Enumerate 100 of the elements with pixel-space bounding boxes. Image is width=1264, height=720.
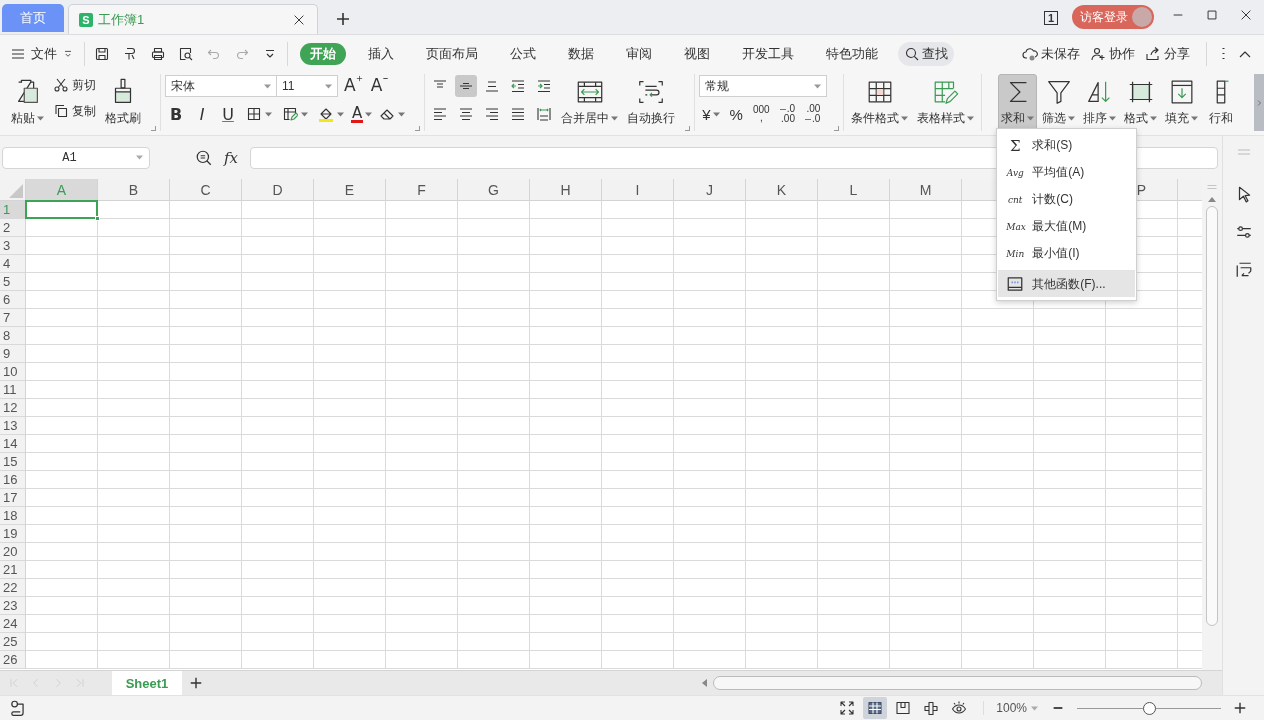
caret-icon bbox=[1150, 116, 1158, 121]
ribbon-tab[interactable]: 开发工具 bbox=[730, 42, 806, 65]
spreadsheet-logo: S bbox=[79, 12, 93, 27]
swap-icon bbox=[1234, 261, 1253, 279]
vertical-scrollbar[interactable] bbox=[1206, 206, 1218, 626]
sort-button[interactable]: 排序 bbox=[1080, 74, 1120, 130]
fill-button[interactable]: 填充 bbox=[1162, 74, 1202, 130]
format-button[interactable]: 格式 bbox=[1121, 74, 1161, 130]
sum-button[interactable]: 求和 bbox=[998, 74, 1038, 130]
zoom-icon bbox=[195, 148, 213, 167]
file-menu[interactable]: 文件 bbox=[6, 41, 78, 66]
scroll-up-icon[interactable] bbox=[1208, 197, 1216, 202]
menu-item[interactable]: 其他函数(F)... bbox=[998, 270, 1136, 297]
paste-button[interactable]: 粘贴 bbox=[8, 74, 47, 130]
search-icon bbox=[904, 45, 920, 62]
caret-icon bbox=[1068, 116, 1076, 121]
ribbon-tab[interactable]: 插入 bbox=[356, 42, 406, 65]
align-icon bbox=[536, 106, 553, 122]
ribbon-tab[interactable]: 视图 bbox=[672, 42, 722, 65]
align-button[interactable] bbox=[455, 75, 478, 97]
plus-icon bbox=[335, 11, 351, 27]
caret-icon bbox=[136, 155, 143, 160]
thousands-button[interactable]: 000 , bbox=[749, 103, 773, 125]
ribbon-tab[interactable]: 页面布局 bbox=[414, 42, 490, 65]
font-name-select[interactable]: 宋体 bbox=[165, 75, 277, 97]
printer-icon bbox=[150, 45, 166, 62]
name-box[interactable]: A1 bbox=[2, 146, 150, 169]
plus-icon bbox=[1233, 701, 1247, 715]
collaborate-button[interactable]: 协作 bbox=[1090, 44, 1135, 63]
wrap-text-button[interactable]: 自动换行 bbox=[624, 74, 679, 130]
preview-icon bbox=[178, 45, 194, 62]
table-style-button[interactable]: 表格样式 bbox=[914, 74, 978, 130]
borders-icon bbox=[246, 106, 262, 122]
plus-icon bbox=[355, 75, 363, 82]
ribbon-tab[interactable]: 审阅 bbox=[614, 42, 664, 65]
save-icon bbox=[94, 45, 110, 62]
sheet-tab[interactable]: Sheet1 bbox=[112, 671, 182, 695]
currency-button[interactable]: ¥ bbox=[699, 103, 723, 125]
scissors-icon bbox=[53, 77, 69, 93]
caret-icon bbox=[264, 83, 271, 89]
caret-icon bbox=[365, 111, 373, 117]
align-icon bbox=[484, 78, 501, 94]
conditional-format-button[interactable]: 条件格式 bbox=[848, 74, 912, 130]
grid-icon bbox=[867, 700, 884, 716]
copy-icon bbox=[53, 103, 69, 119]
zoom-slider-thumb[interactable] bbox=[1143, 701, 1156, 715]
filter-button[interactable]: 筛选 bbox=[1039, 74, 1079, 130]
avatar-icon bbox=[1132, 7, 1152, 27]
scroll-left-icon[interactable] bbox=[702, 679, 707, 687]
percent-button[interactable]: % bbox=[726, 103, 746, 125]
normal-view-button[interactable] bbox=[863, 697, 888, 719]
guest-login-button[interactable]: 访客登录 bbox=[1072, 5, 1154, 29]
caret-icon bbox=[337, 111, 344, 117]
copy-button[interactable]: 复制 bbox=[50, 100, 99, 122]
font-size-select[interactable]: 11 bbox=[276, 75, 338, 97]
underline-button[interactable]: U bbox=[217, 103, 239, 125]
unsaved-button[interactable]: 未保存 bbox=[1022, 44, 1080, 63]
number-format-select[interactable]: 常规 bbox=[699, 75, 828, 97]
macro-icon bbox=[9, 699, 27, 717]
decrease-decimal-button[interactable]: .00 .0 bbox=[802, 103, 824, 125]
active-cell[interactable] bbox=[25, 200, 98, 219]
page-icon bbox=[895, 700, 912, 716]
shrink-font-button[interactable]: A bbox=[368, 75, 392, 97]
font-color-button[interactable]: A bbox=[351, 103, 373, 125]
format-painter-button[interactable]: 格式刷 bbox=[102, 74, 144, 130]
share-icon bbox=[1145, 45, 1161, 62]
corner-triangle-icon bbox=[9, 184, 23, 198]
merge-center-button[interactable]: 合并居中 bbox=[558, 74, 622, 130]
caret-icon bbox=[712, 111, 720, 117]
zoom-level-button[interactable]: 100% bbox=[983, 701, 1038, 715]
caret-icon bbox=[325, 83, 332, 89]
bold-button[interactable]: B bbox=[165, 103, 187, 125]
caret-icon bbox=[398, 111, 406, 117]
close-icon bbox=[1239, 8, 1253, 22]
minus-icon bbox=[382, 75, 390, 82]
ribbon-tab[interactable]: 特色功能 bbox=[814, 42, 890, 65]
rows-columns-button[interactable]: 行和 bbox=[1203, 74, 1240, 130]
horizontal-scrollbar[interactable] bbox=[713, 676, 1202, 690]
function-glyph: Σ bbox=[1008, 136, 1022, 155]
ribbon-tab[interactable]: 数据 bbox=[556, 42, 606, 65]
increase-decimal-button[interactable]: .0 .00 bbox=[776, 103, 798, 125]
add-user-icon bbox=[1090, 45, 1106, 62]
function-glyph: Avg bbox=[1006, 167, 1025, 178]
align-icon bbox=[510, 78, 527, 94]
grow-font-button[interactable]: A bbox=[342, 75, 365, 97]
ribbon-tab[interactable]: 公式 bbox=[498, 42, 548, 65]
italic-button[interactable]: I bbox=[191, 103, 213, 125]
plus-icon bbox=[189, 676, 203, 690]
cloud-icon bbox=[1022, 45, 1038, 62]
caret-icon bbox=[611, 116, 619, 121]
window-count-indicator[interactable]: 1 bbox=[1043, 11, 1058, 25]
align-icon bbox=[458, 106, 475, 122]
align-icon bbox=[536, 78, 553, 94]
sliders-icon bbox=[1234, 223, 1253, 241]
caret-icon bbox=[301, 111, 308, 117]
cut-button[interactable]: 剪切 bbox=[50, 74, 99, 96]
share-button[interactable]: 分享 bbox=[1145, 44, 1190, 63]
insert-function-label[interactable]: fx bbox=[224, 148, 238, 167]
search-button[interactable]: 查找 bbox=[898, 41, 954, 66]
caret-icon bbox=[814, 83, 822, 89]
